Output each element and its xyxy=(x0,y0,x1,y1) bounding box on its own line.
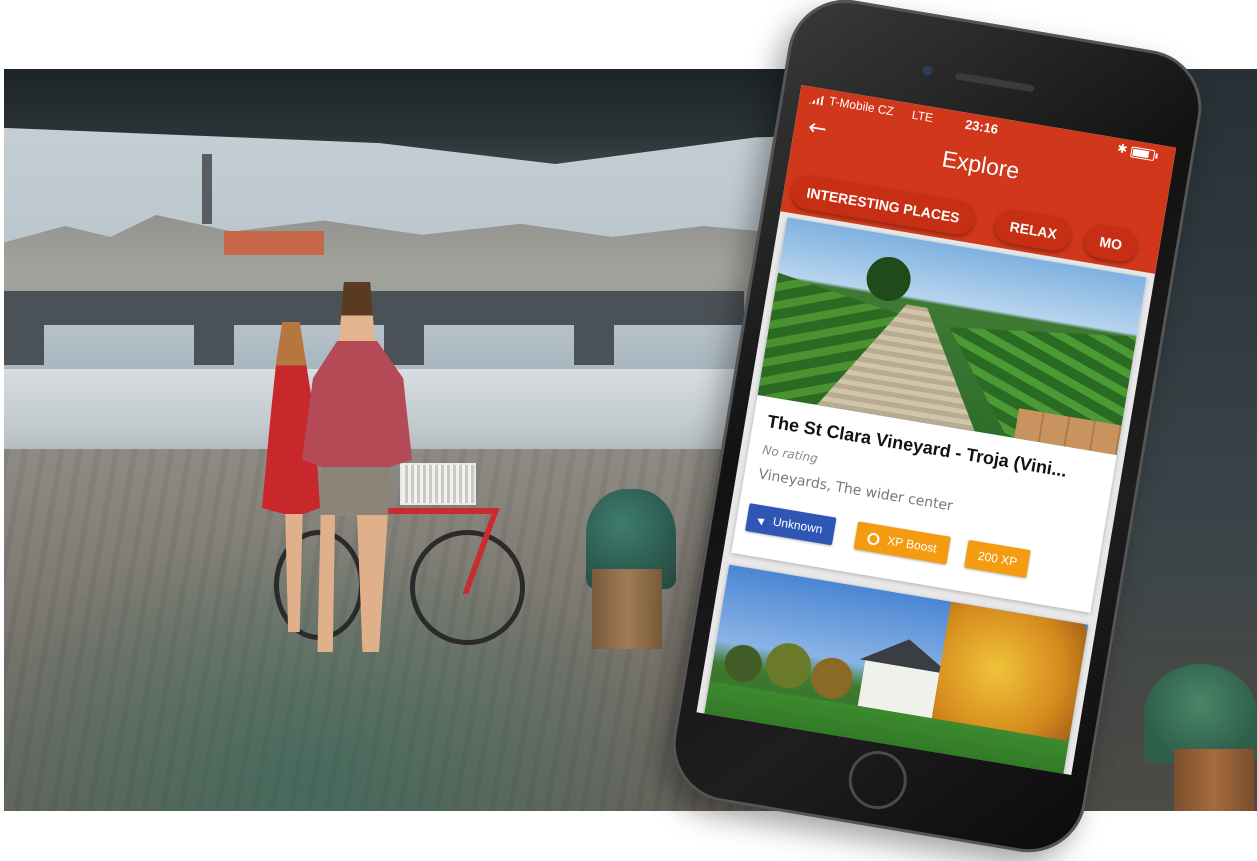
battery-icon xyxy=(1130,146,1156,162)
boost-circle-icon xyxy=(866,531,881,546)
network-type: LTE xyxy=(910,107,935,126)
navigation-arrow-icon xyxy=(757,515,767,526)
distance-badge: Unknown xyxy=(745,503,837,546)
bicycle-basket xyxy=(400,463,476,505)
photo-tree xyxy=(863,253,914,305)
place-rating: No rating xyxy=(761,442,819,466)
distance-label: Unknown xyxy=(771,514,824,537)
place-card[interactable]: The St Clara Vineyard - Troja (Vini... N… xyxy=(731,217,1147,613)
status-time: 23:16 xyxy=(963,116,1000,137)
red-roof xyxy=(224,231,324,255)
planter-pot xyxy=(592,569,662,649)
signal-bars-icon xyxy=(808,91,824,107)
tower xyxy=(202,154,212,224)
xp-badge: 200 XP xyxy=(964,539,1032,578)
far-bridge xyxy=(4,291,744,365)
xp-boost-label: XP Boost xyxy=(886,533,938,556)
chip-relax[interactable]: RELAX xyxy=(992,207,1075,254)
right-planter-pot xyxy=(1174,749,1254,811)
xp-boost-badge: XP Boost xyxy=(853,521,951,565)
place-category: Vineyards, The wider center xyxy=(757,466,954,515)
bluetooth-icon: ✱ xyxy=(1116,141,1129,157)
chip-more[interactable]: MO xyxy=(1082,222,1140,265)
